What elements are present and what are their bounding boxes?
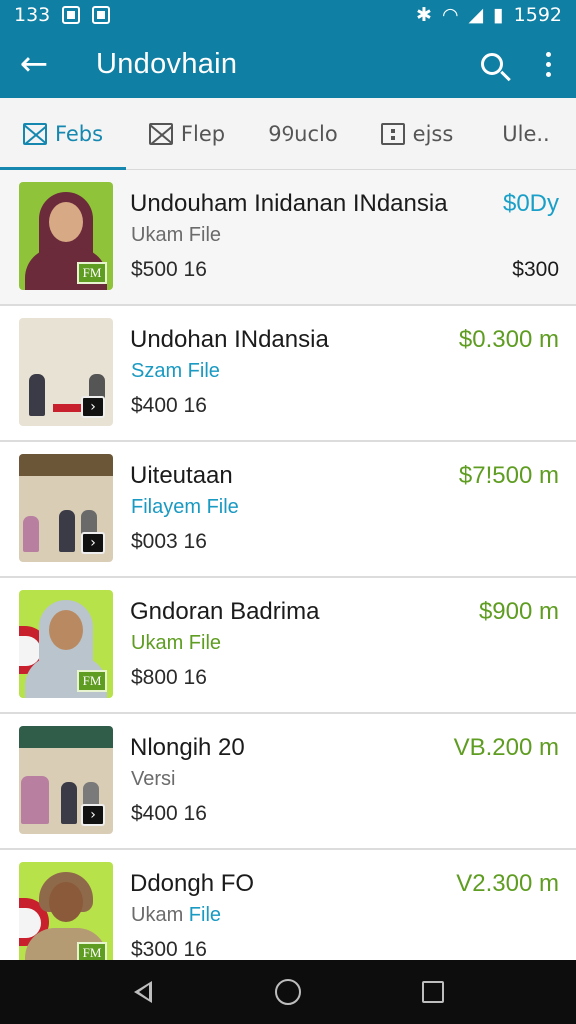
item-price: $900 m xyxy=(478,598,559,625)
fm-badge-icon: FM xyxy=(77,262,107,284)
item-subtitle: Szam File xyxy=(131,360,220,382)
item-title: Undouham Inidanan INdansia xyxy=(130,190,448,217)
status-time: 133 xyxy=(14,4,51,26)
item-subtitle: Ukam File xyxy=(131,632,222,654)
thumbnail: FM xyxy=(19,182,113,290)
search-button[interactable] xyxy=(464,30,520,98)
item-meta: $400 16 xyxy=(131,394,207,417)
video-play-icon: › xyxy=(81,396,105,418)
tab-label: Ule.. xyxy=(502,121,550,146)
item-meta: $003 16 xyxy=(131,530,207,553)
tab-ejss[interactable]: ejss xyxy=(358,98,476,170)
item-subtitle: Versi xyxy=(131,768,176,790)
wifi-icon: ◠ xyxy=(441,4,459,26)
fm-badge-icon: FM xyxy=(77,670,107,692)
tab-label: 9Ꝯuclo xyxy=(268,121,338,146)
image-notification-icon xyxy=(92,6,111,24)
list-item[interactable]: FM Gndoran Badrima Ukam File $800 16 $90… xyxy=(0,578,576,714)
page-title: Undovhain xyxy=(96,47,238,80)
list-item[interactable]: › Undohan INdansia Szam File $400 16 $0.… xyxy=(0,306,576,442)
item-price: VB.200 m xyxy=(453,734,559,761)
system-nav-bar xyxy=(0,960,576,1024)
bluetooth-icon: ✱ xyxy=(416,4,432,26)
item-title: Uiteutaan xyxy=(130,462,233,489)
dots-icon xyxy=(380,122,405,145)
battery-level: 1592 xyxy=(513,4,562,26)
item-meta: $800 16 xyxy=(131,666,207,689)
image-icon xyxy=(22,122,47,145)
tab-label: Febs xyxy=(54,121,104,146)
thumbnail: FM xyxy=(19,590,113,698)
thumbnail: › xyxy=(19,318,113,426)
item-meta: $500 16 xyxy=(131,258,207,281)
item-title: Nlongih 20 xyxy=(130,734,245,761)
list-item[interactable]: FM Ddongh FO Ukam File $300 16 V2.300 m xyxy=(0,850,576,960)
item-title: Undohan INdansia xyxy=(130,326,329,353)
more-vertical-icon xyxy=(545,51,551,77)
tab-ule[interactable]: Ule.. xyxy=(476,98,576,170)
item-meta: $300 16 xyxy=(131,938,207,960)
nav-recents-icon xyxy=(422,981,445,1003)
fm-badge-icon: FM xyxy=(77,942,107,960)
item-title: Gndoran Badrima xyxy=(130,598,320,625)
tab-febs[interactable]: Febs xyxy=(0,98,126,170)
list-item[interactable]: › Nlongih 20 Versi $400 16 VB.200 m xyxy=(0,714,576,850)
video-play-icon: › xyxy=(81,532,105,554)
list-item[interactable]: › Uiteutaan Filayem File $003 16 $7!500 … xyxy=(0,442,576,578)
app-bar: ← Undovhain xyxy=(0,30,576,98)
thumbnail: › xyxy=(19,726,113,834)
search-icon xyxy=(481,53,503,75)
thumbnail: › xyxy=(19,454,113,562)
back-arrow-icon[interactable]: ← xyxy=(0,30,68,98)
item-subtitle: Filayem File xyxy=(131,496,239,518)
item-price-secondary: $300 xyxy=(512,258,559,281)
list-item[interactable]: FM Undouham Inidanan INdansia Ukam File … xyxy=(0,170,576,306)
item-price: $7!500 m xyxy=(458,462,559,489)
image-icon xyxy=(148,122,173,145)
item-price: $0.300 m xyxy=(458,326,559,353)
item-price: $0Dy xyxy=(502,190,559,217)
tab-bar: Febs Flep 9Ꝯuclo ejss Ule.. xyxy=(0,98,576,170)
item-title: Ddongh FO xyxy=(130,870,255,897)
signal-icon: ◢ xyxy=(468,4,484,26)
nav-recents-button[interactable] xyxy=(403,962,463,1022)
nav-home-button[interactable] xyxy=(258,962,318,1022)
tab-label: ejss xyxy=(412,121,454,146)
more-options-button[interactable] xyxy=(520,30,576,98)
notification-icon xyxy=(62,6,81,24)
tab-label: Flep xyxy=(180,121,226,146)
item-price: V2.300 m xyxy=(456,870,559,897)
thumbnail: FM xyxy=(19,862,113,960)
file-list: FM Undouham Inidanan INdansia Ukam File … xyxy=(0,170,576,960)
nav-back-button[interactable] xyxy=(113,962,173,1022)
nav-back-icon xyxy=(133,981,152,1003)
tab-flep[interactable]: Flep xyxy=(126,98,248,170)
item-subtitle: Ukam File xyxy=(131,224,222,246)
tab-quclo[interactable]: 9Ꝯuclo xyxy=(248,98,358,170)
nav-home-icon xyxy=(274,979,301,1005)
item-subtitle: Ukam File xyxy=(131,904,222,926)
status-bar: 133 ✱ ◠ ◢ ▮ 1592 xyxy=(0,0,576,30)
item-meta: $400 16 xyxy=(131,802,207,825)
battery-icon: ▮ xyxy=(493,4,504,26)
video-play-icon: › xyxy=(81,804,105,826)
